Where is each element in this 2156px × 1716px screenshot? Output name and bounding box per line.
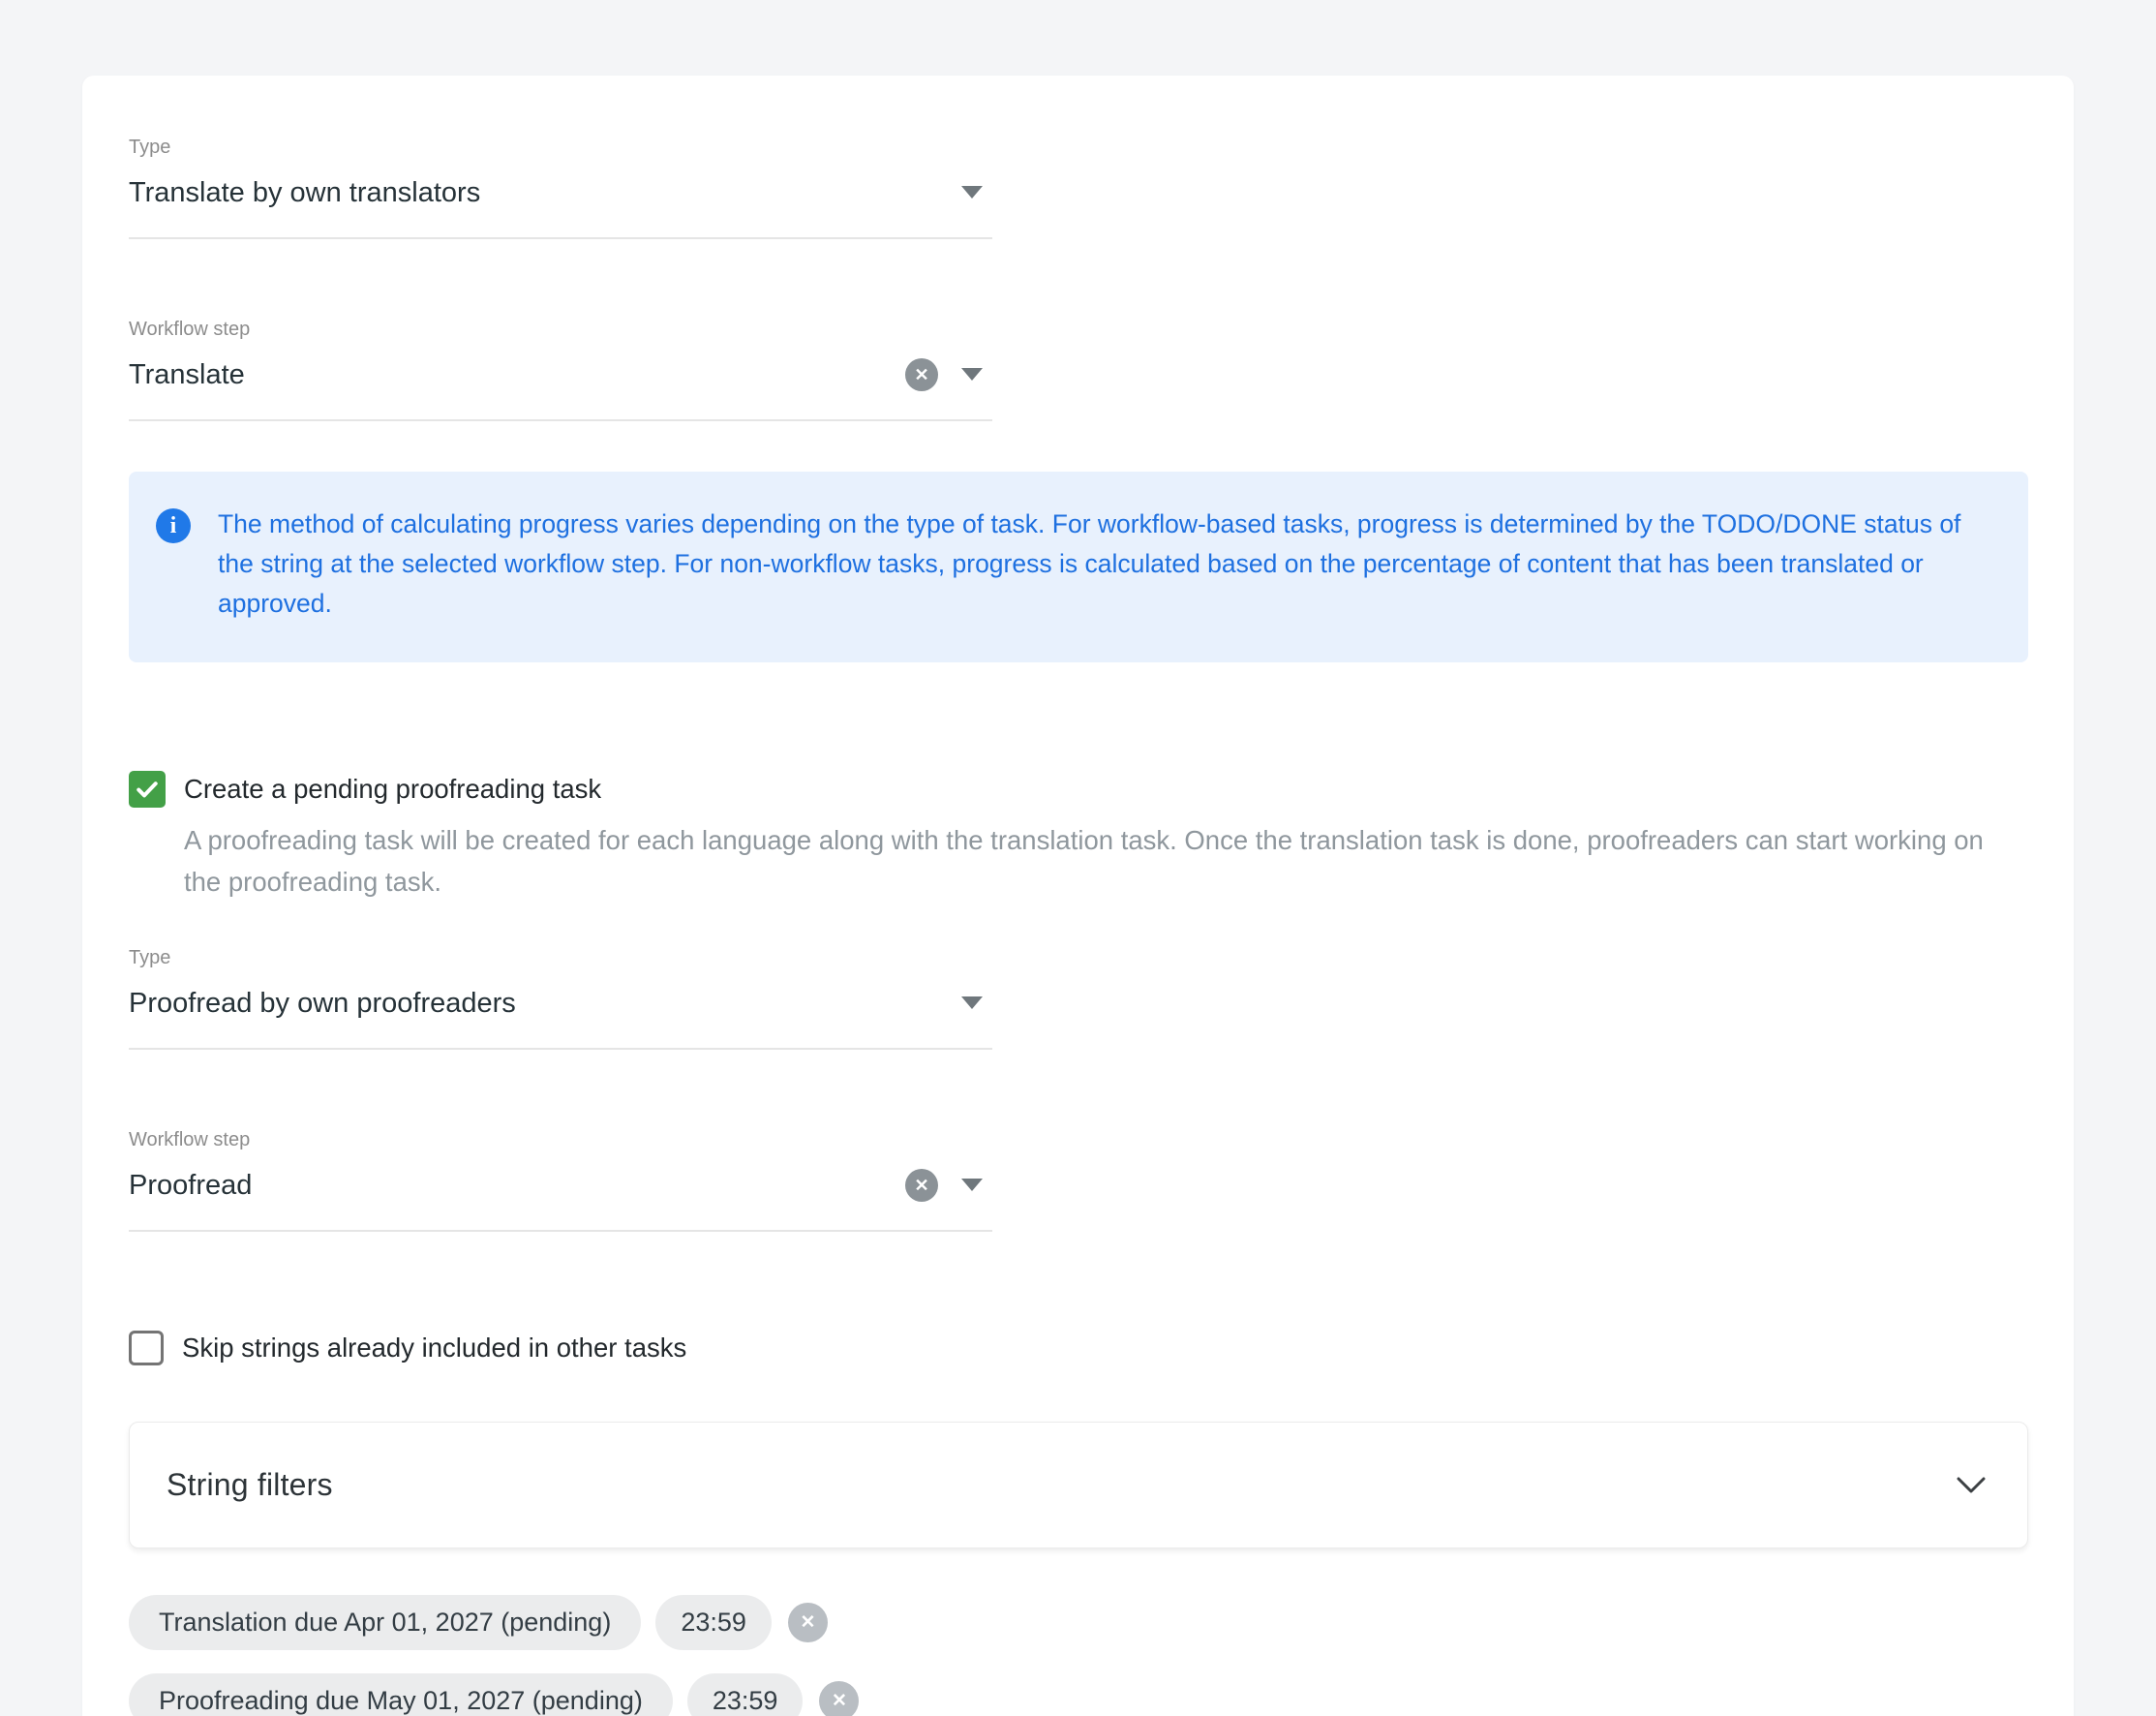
translation-workflow-field: Workflow step Translate ✕ — [129, 319, 992, 421]
proofreading-workflow-field: Workflow step Proofread ✕ — [129, 1129, 992, 1232]
caret-down-icon — [961, 1179, 983, 1191]
translation-deadline-row: Translation due Apr 01, 2027 (pending) 2… — [129, 1595, 2027, 1650]
clear-icon[interactable]: ✕ — [905, 1169, 938, 1202]
skip-strings-label: Skip strings already included in other t… — [182, 1332, 686, 1364]
skip-strings-checkbox[interactable]: Skip strings already included in other t… — [129, 1331, 2027, 1365]
proofreading-deadline-row: Proofreading due May 01, 2027 (pending) … — [129, 1673, 2027, 1716]
checkbox-unchecked-icon — [129, 1331, 164, 1365]
translation-workflow-value: Translate — [129, 359, 245, 390]
proofreading-checkbox-section: Create a pending proofreading task A pro… — [129, 771, 2027, 903]
translation-deadline-chip[interactable]: Translation due Apr 01, 2027 (pending) — [129, 1595, 641, 1650]
proofreading-type-label: Type — [129, 947, 992, 969]
deadline-chips-area: Translation due Apr 01, 2027 (pending) 2… — [129, 1595, 2027, 1716]
proofreading-workflow-value: Proofread — [129, 1170, 252, 1201]
checkbox-checked-icon — [129, 771, 166, 808]
proofreading-workflow-select[interactable]: Proofread ✕ — [129, 1167, 992, 1232]
task-form-card: Type Translate by own translators Workfl… — [82, 76, 2074, 1716]
remove-proofreading-deadline-icon[interactable]: ✕ — [819, 1681, 859, 1716]
proofreading-deadline-time-chip[interactable]: 23:59 — [687, 1673, 804, 1716]
create-proofreading-task-checkbox[interactable]: Create a pending proofreading task — [129, 771, 2027, 808]
translation-workflow-select[interactable]: Translate ✕ — [129, 356, 992, 421]
progress-info-note: i The method of calculating progress var… — [129, 472, 2028, 662]
clear-icon[interactable]: ✕ — [905, 358, 938, 391]
translation-type-select[interactable]: Translate by own translators — [129, 174, 992, 239]
proofreading-type-select[interactable]: Proofread by own proofreaders — [129, 985, 992, 1050]
proofreading-type-value: Proofread by own proofreaders — [129, 988, 516, 1019]
translation-deadline-time-chip[interactable]: 23:59 — [655, 1595, 772, 1650]
check-icon — [134, 776, 161, 803]
proofreading-type-field: Type Proofread by own proofreaders — [129, 947, 992, 1050]
proofreading-deadline-chip[interactable]: Proofreading due May 01, 2027 (pending) — [129, 1673, 673, 1716]
string-filters-panel[interactable]: String filters — [129, 1422, 2028, 1548]
create-proofreading-task-label: Create a pending proofreading task — [184, 773, 601, 806]
proofreading-task-description: A proofreading task will be created for … — [184, 819, 2014, 903]
translation-type-field: Type Translate by own translators — [129, 137, 992, 239]
chevron-down-icon — [1956, 1476, 1987, 1495]
progress-info-text: The method of calculating progress varie… — [218, 505, 1991, 624]
info-icon: i — [156, 508, 191, 543]
caret-down-icon — [961, 996, 983, 1009]
remove-translation-deadline-icon[interactable]: ✕ — [788, 1603, 828, 1642]
caret-down-icon — [961, 186, 983, 199]
proofreading-workflow-label: Workflow step — [129, 1129, 992, 1151]
translation-type-label: Type — [129, 137, 992, 159]
string-filters-title: String filters — [167, 1467, 1956, 1503]
translation-workflow-label: Workflow step — [129, 319, 992, 341]
translation-type-value: Translate by own translators — [129, 177, 480, 208]
caret-down-icon — [961, 368, 983, 381]
